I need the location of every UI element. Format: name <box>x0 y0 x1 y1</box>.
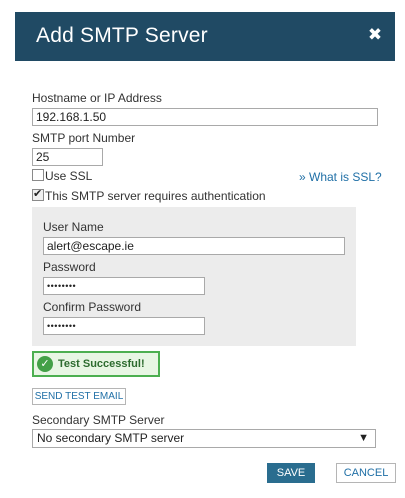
secondary-smtp-value: No secondary SMTP server <box>37 431 185 445</box>
port-input[interactable]: 25 <box>32 148 103 166</box>
username-label: User Name <box>43 220 104 234</box>
smtp-dialog: Add SMTP Server ✖ Hostname or IP Address… <box>0 0 405 498</box>
save-button[interactable]: SAVE <box>267 463 315 483</box>
requires-auth-checkbox[interactable] <box>32 187 44 201</box>
check-circle-icon: ✓ <box>37 356 53 372</box>
password-label: Password <box>43 260 96 274</box>
test-status-text: Test Successful! <box>58 358 145 370</box>
auth-panel: User Name alert@escape.ie Password •••••… <box>32 207 356 346</box>
what-is-ssl-link[interactable]: » What is SSL? <box>299 170 382 184</box>
test-status-badge: ✓ Test Successful! <box>32 351 160 377</box>
hostname-label: Hostname or IP Address <box>32 91 162 105</box>
dialog-header: Add SMTP Server ✖ <box>15 12 395 61</box>
use-ssl-label: Use SSL <box>45 169 93 183</box>
password-input[interactable]: •••••••• <box>43 277 205 295</box>
secondary-smtp-select[interactable]: No secondary SMTP server ▼ <box>32 429 376 448</box>
requires-auth-label: This SMTP server requires authentication <box>45 189 266 203</box>
confirm-password-label: Confirm Password <box>43 300 142 314</box>
send-test-email-button[interactable]: SEND TEST EMAIL <box>32 388 126 405</box>
username-input[interactable]: alert@escape.ie <box>43 237 345 255</box>
hostname-input[interactable]: 192.168.1.50 <box>32 108 378 126</box>
cancel-button[interactable]: CANCEL <box>336 463 396 483</box>
dialog-title: Add SMTP Server <box>36 24 208 47</box>
confirm-password-input[interactable]: •••••••• <box>43 317 205 335</box>
secondary-smtp-label: Secondary SMTP Server <box>32 413 165 427</box>
port-label: SMTP port Number <box>32 131 136 145</box>
chevron-down-icon: ▼ <box>358 432 369 444</box>
close-icon[interactable]: ✖ <box>367 26 383 43</box>
use-ssl-checkbox[interactable] <box>32 169 44 181</box>
